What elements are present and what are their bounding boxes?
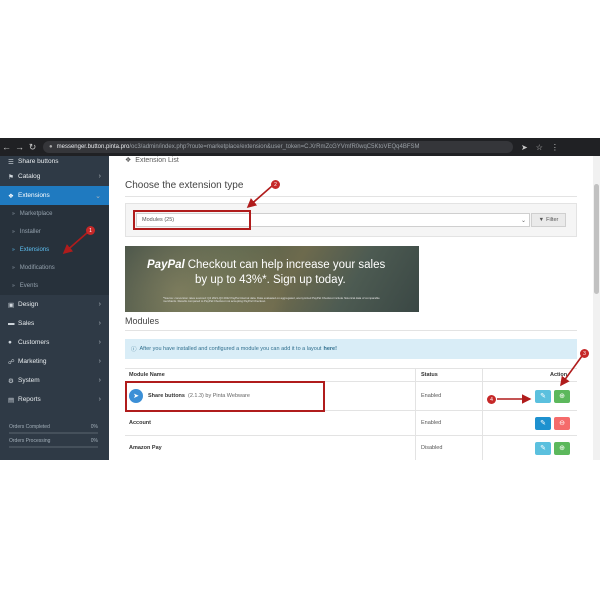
annotation-arrows (62, 185, 583, 404)
arrow-2 (246, 185, 273, 209)
arrow-3 (560, 355, 583, 387)
arrow-1 (62, 231, 89, 255)
annotation-badge-1: 1 (86, 226, 95, 235)
annotation-badge-3: 3 (580, 349, 589, 358)
annotation-badge-2: 2 (271, 180, 280, 189)
annotation-badge-4: 4 (487, 395, 496, 404)
